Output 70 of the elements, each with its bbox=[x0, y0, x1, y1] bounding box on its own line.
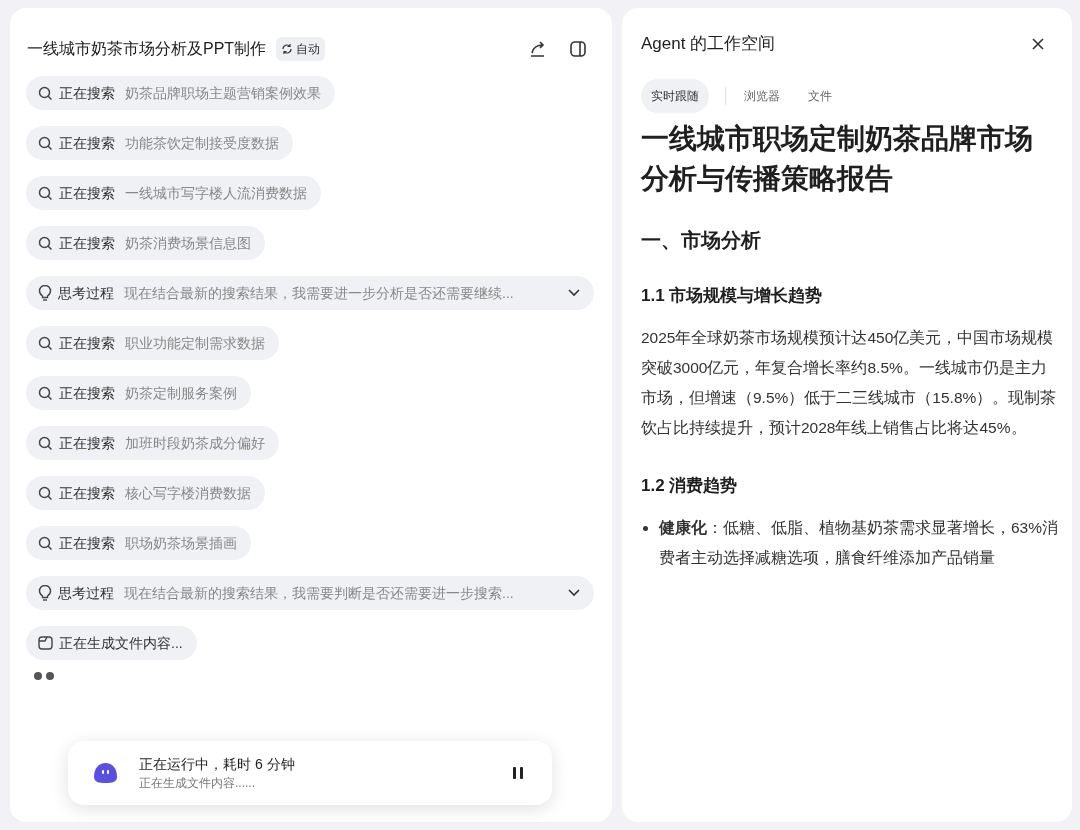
search-icon bbox=[38, 335, 53, 351]
step-detail: 奶茶消费场景信息图 bbox=[125, 233, 251, 253]
workspace-tab[interactable]: 浏览器 bbox=[734, 79, 790, 113]
bullet-item: 健康化：低糖、低脂、植物基奶茶需求显著增长，63%消费者主动选择减糖选项，膳食纤维添加产品销量 bbox=[641, 513, 1061, 573]
search-step-chip[interactable]: 正在搜索 一线城市写字楼人流消费数据 bbox=[26, 176, 321, 210]
step-label: 正在搜索 bbox=[59, 333, 115, 353]
step-detail: 功能茶饮定制接受度数据 bbox=[125, 133, 279, 153]
thought-process-chip[interactable]: 思考过程 现在结合最新的搜索结果，我需要判断是否还需要进一步搜索... bbox=[26, 576, 594, 610]
step-detail: 奶茶定制服务案例 bbox=[125, 383, 237, 403]
step-label: 正在搜索 bbox=[59, 433, 115, 453]
step-label: 正在搜索 bbox=[59, 133, 115, 153]
paragraph: 2025年全球奶茶市场规模预计达450亿美元，中国市场规模突破3000亿元，年复合增长率约8.5%。一线城市仍是主力市场，但增速（9.5%）低于二三线城市（15.8%）。现制茶饮占比持续提升，预计2028年线上销售占比将达45%。 bbox=[641, 328, 1058, 438]
step-label: 正在搜索 bbox=[59, 183, 115, 203]
file-icon bbox=[38, 636, 53, 650]
mode-badge[interactable]: 自动 bbox=[276, 37, 326, 61]
search-step-chip[interactable]: 正在搜索 奶茶品牌职场主题营销案例效果 bbox=[26, 76, 335, 110]
loading-dots-icon bbox=[34, 672, 54, 680]
step-detail: 奶茶品牌职场主题营销案例效果 bbox=[125, 83, 321, 103]
pause-icon[interactable] bbox=[512, 766, 524, 780]
lightbulb-icon bbox=[38, 285, 52, 301]
search-step-chip[interactable]: 正在搜索 奶茶消费场景信息图 bbox=[26, 226, 265, 260]
workspace-title: Agent 的工作空间 bbox=[641, 33, 776, 56]
step-detail: 现在结合最新的搜索结果，我需要进一步分析是否还需要继续... bbox=[124, 283, 514, 303]
document-title: 一线城市职场定制奶茶品牌市场分析与传播策略报告 bbox=[641, 122, 1034, 196]
workspace-tab[interactable]: 文件 bbox=[798, 79, 842, 113]
thought-process-chip[interactable]: 思考过程 现在结合最新的搜索结果，我需要进一步分析是否还需要继续... bbox=[26, 276, 594, 310]
search-icon bbox=[38, 135, 53, 151]
step-detail: 职业功能定制需求数据 bbox=[125, 333, 265, 353]
step-label: 思考过程 bbox=[58, 583, 114, 603]
search-icon bbox=[38, 535, 53, 551]
workspace-tab[interactable]: 实时跟随 bbox=[641, 79, 709, 113]
step-label: 正在搜索 bbox=[59, 533, 115, 553]
search-step-chip[interactable]: 正在搜索 职业功能定制需求数据 bbox=[26, 326, 279, 360]
status-subtitle: 正在生成文件内容...... bbox=[139, 775, 256, 792]
search-step-chip[interactable]: 正在搜索 奶茶定制服务案例 bbox=[26, 376, 251, 410]
share-icon[interactable] bbox=[529, 40, 547, 58]
task-title: 一线城市奶茶市场分析及PPT制作 bbox=[27, 39, 267, 59]
search-step-chip[interactable]: 正在搜索 功能茶饮定制接受度数据 bbox=[26, 126, 293, 160]
step-label: 正在生成文件内容... bbox=[59, 633, 183, 653]
search-icon bbox=[38, 485, 53, 501]
subsection-heading: 1.2 消费趋势 bbox=[641, 475, 739, 497]
chevron-down-icon[interactable] bbox=[568, 289, 580, 297]
close-icon[interactable] bbox=[1031, 37, 1045, 51]
step-label: 思考过程 bbox=[58, 283, 114, 303]
auto-icon bbox=[281, 43, 294, 55]
file-generation-chip[interactable]: 正在生成文件内容... bbox=[26, 626, 197, 660]
mascot-icon bbox=[92, 761, 119, 785]
step-detail: 核心写字楼消费数据 bbox=[125, 483, 251, 503]
section-heading: 一、市场分析 bbox=[641, 228, 762, 253]
step-label: 正在搜索 bbox=[59, 233, 115, 253]
step-label: 正在搜索 bbox=[59, 83, 115, 103]
step-label: 正在搜索 bbox=[59, 483, 115, 503]
search-step-chip[interactable]: 正在搜索 加班时段奶茶成分偏好 bbox=[26, 426, 279, 460]
step-label: 正在搜索 bbox=[59, 383, 115, 403]
subsection-heading: 1.1 市场规模与增长趋势 bbox=[641, 285, 824, 307]
search-icon bbox=[38, 385, 53, 401]
step-detail: 加班时段奶茶成分偏好 bbox=[125, 433, 265, 453]
step-detail: 一线城市写字楼人流消费数据 bbox=[125, 183, 307, 203]
search-icon bbox=[38, 85, 53, 101]
search-icon bbox=[38, 185, 53, 201]
search-step-chip[interactable]: 正在搜索 核心写字楼消费数据 bbox=[26, 476, 265, 510]
chevron-down-icon[interactable] bbox=[568, 589, 580, 597]
search-step-chip[interactable]: 正在搜索 职场奶茶场景插画 bbox=[26, 526, 251, 560]
status-title: 正在运行中，耗时 6 分钟 bbox=[139, 755, 295, 774]
sidebar-toggle-icon[interactable] bbox=[569, 40, 587, 58]
search-icon bbox=[38, 435, 53, 451]
lightbulb-icon bbox=[38, 585, 52, 601]
step-detail: 职场奶茶场景插画 bbox=[125, 533, 237, 553]
step-detail: 现在结合最新的搜索结果，我需要判断是否还需要进一步搜索... bbox=[124, 583, 514, 603]
search-icon bbox=[38, 235, 53, 251]
